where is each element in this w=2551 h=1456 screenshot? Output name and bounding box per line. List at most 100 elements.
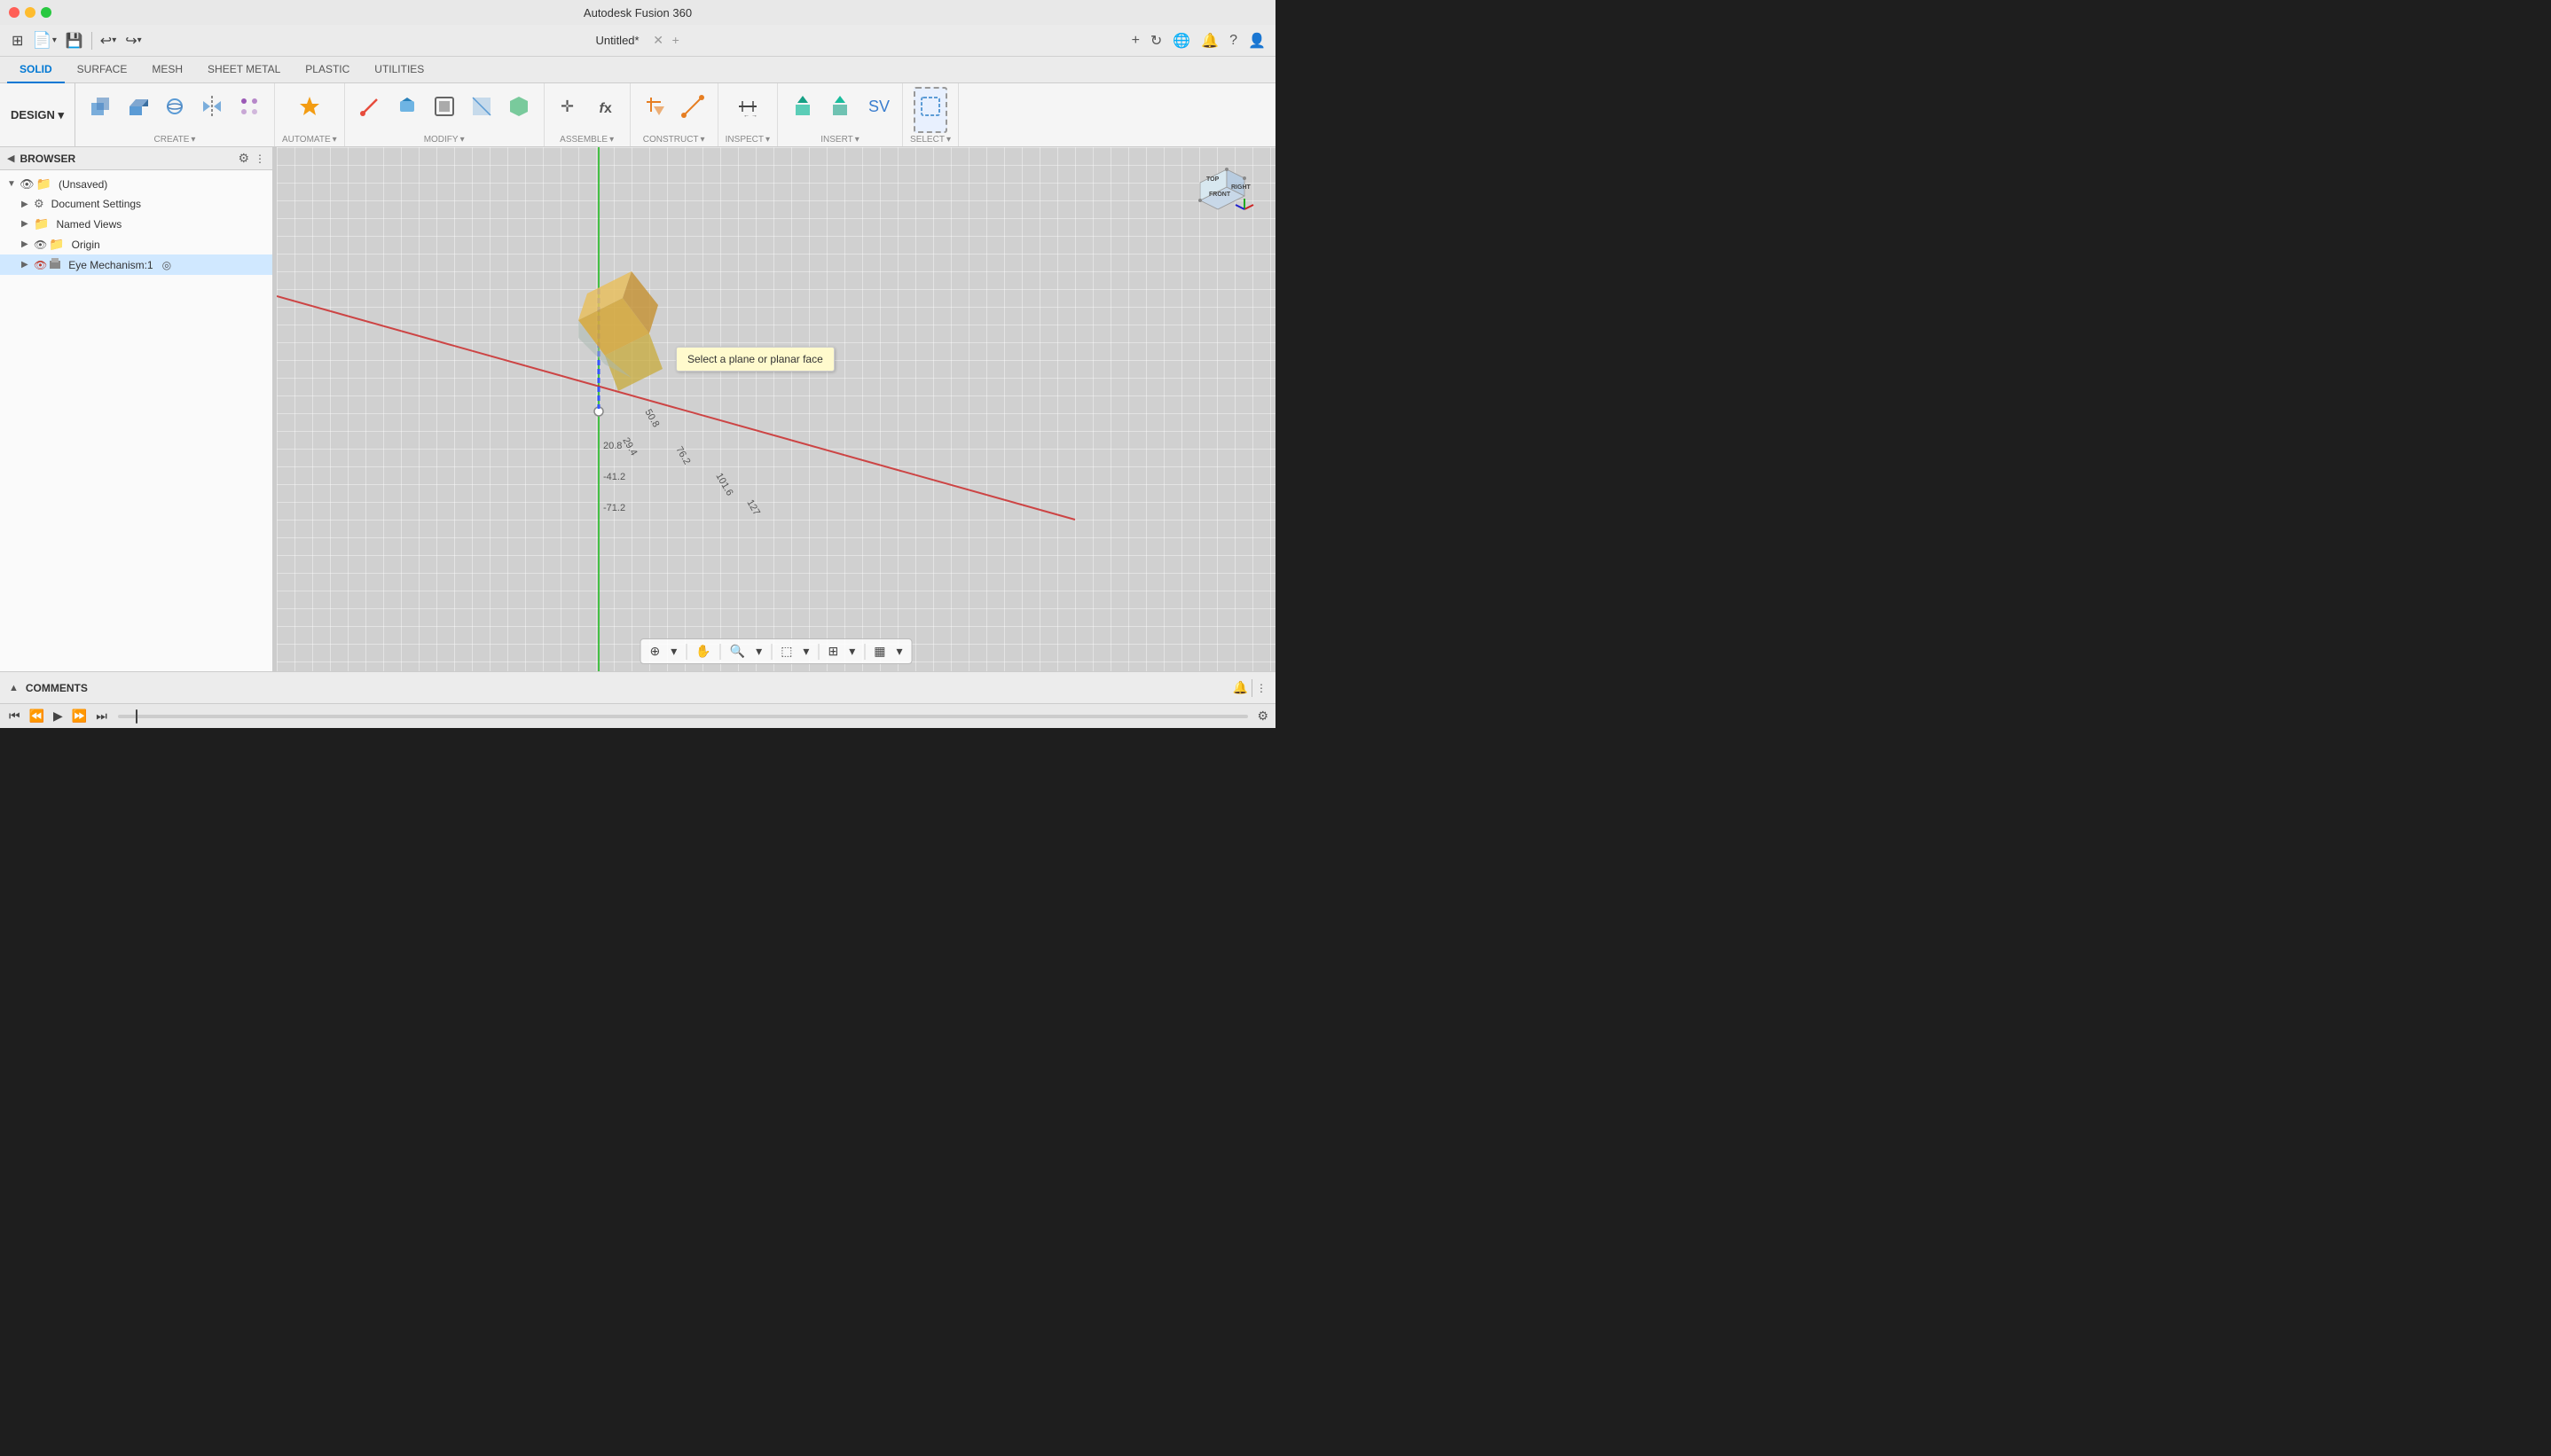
comments-notification-button[interactable]: 🔔 [1233,680,1248,695]
create-dropdown-icon[interactable]: ▾ [191,135,195,145]
tab-mesh[interactable]: MESH [139,57,195,83]
move-button[interactable]: ✛ [552,87,587,133]
browser-item-named-views[interactable]: ▶ 📁 Named Views [0,214,272,234]
inspect-section-label[interactable]: INSPECT ▾ [726,135,770,145]
timeline-track[interactable] [118,715,1249,718]
vp-divider-2 [720,644,721,660]
timeline-marker[interactable] [136,709,137,724]
web-button[interactable]: 🌐 [1170,29,1193,52]
more-settings-button[interactable]: ▦ [870,642,889,661]
timeline-next-button[interactable]: ⏩ [70,707,89,725]
create-new-component-button[interactable] [82,87,118,133]
browser-resize-button[interactable]: ⋮ [255,153,265,165]
vp-divider-5 [864,644,865,660]
automate-dropdown-icon[interactable]: ▾ [333,135,337,145]
design-label: DESIGN ▾ [11,108,64,122]
construct-section-label[interactable]: CONSTRUCT ▾ [643,135,705,145]
timeline-last-button[interactable]: ⏭ [94,707,109,725]
tab-solid[interactable]: SOLID [7,57,65,83]
ribbon-section-assemble: ✛ fx ASSEMBLE ▾ [545,83,631,146]
tab-sheet-metal[interactable]: SHEET METAL [195,57,293,83]
modify5-button[interactable] [501,87,537,133]
browser-item-eye-mechanism[interactable]: ▶ 👁 Eye Mechanism:1 ◎ [0,254,272,275]
revolve-button[interactable] [157,87,192,133]
insert2-button[interactable] [822,87,858,133]
ribbon-section-modify: MODIFY ▾ [345,83,545,146]
timeline-prev-button[interactable]: ⏪ [27,707,46,725]
modify3-button[interactable] [427,87,462,133]
timeline-play-button[interactable]: ▶ [51,707,65,725]
display-mode-button[interactable]: ⬚ [777,642,796,661]
refresh-button[interactable]: ↻ [1148,29,1165,52]
modify-section-label[interactable]: MODIFY ▾ [424,135,465,145]
grid-settings-button[interactable]: ⊞ [824,642,842,661]
browser-item-document-settings[interactable]: ▶ ⚙ Document Settings [0,194,272,214]
select-button[interactable] [914,87,947,133]
automate-section-label[interactable]: AUTOMATE ▾ [282,135,337,145]
comments-expand-button[interactable]: ▲ [9,683,19,693]
more-dropdown-button[interactable]: ▾ [892,642,906,661]
tab-plastic[interactable]: PLASTIC [293,57,362,83]
notification-button[interactable]: 🔔 [1198,29,1221,52]
help-button[interactable]: ? [1227,30,1240,51]
design-menu-button[interactable]: DESIGN ▾ [0,83,75,146]
close-button[interactable] [9,7,20,18]
viewport[interactable]: 50.8 29.4 76.2 101.6 127 20.8 -41.2 -71.… [277,147,1276,671]
inspect-dropdown-icon[interactable]: ▾ [765,135,770,145]
zoom-dropdown-button[interactable]: ▾ [752,642,765,661]
zoom-button[interactable]: 🔍 [726,642,749,661]
insert1-button[interactable] [785,87,820,133]
browser-collapse-button[interactable]: ◀ [7,153,14,164]
tab-surface[interactable]: SURFACE [65,57,140,83]
insert-dropdown-icon[interactable]: ▾ [855,135,859,145]
eye-icon: 👁 [34,259,47,271]
timeline-settings-button[interactable]: ⚙ [1257,708,1268,724]
modify1-button[interactable] [352,87,388,133]
select-section-label[interactable]: SELECT ▾ [910,135,951,145]
display-dropdown-button[interactable]: ▾ [799,642,812,661]
viewcube[interactable]: FRONT TOP RIGHT [1187,156,1258,227]
file-menu-button[interactable]: 📄▾ [27,28,60,52]
account-button[interactable]: 👤 [1245,29,1268,52]
modify2-button[interactable] [389,87,425,133]
select-dropdown-icon[interactable]: ▾ [946,135,951,145]
grid-dropdown-button[interactable]: ▾ [845,642,859,661]
svg-text:TOP: TOP [1206,176,1220,183]
save-button[interactable]: 💾 [61,29,88,52]
browser-item-origin[interactable]: ▶ 👁 📁 Origin [0,234,272,254]
tab-utilities[interactable]: UTILITIES [362,57,436,83]
pattern-button[interactable] [232,87,267,133]
modify-dropdown-icon[interactable]: ▾ [460,135,465,145]
file-title: Untitled* ✕ + [146,33,1129,48]
insert-section-label[interactable]: INSERT ▾ [820,135,859,145]
orbit-dropdown-button[interactable]: ▾ [667,642,680,661]
automate-button[interactable] [292,87,327,133]
minimize-button[interactable] [25,7,35,18]
construct-dropdown-icon[interactable]: ▾ [701,135,705,145]
browser-item-label: (Unsaved) [59,178,107,191]
assemble-dropdown-icon[interactable]: ▾ [609,135,614,145]
insert3-button[interactable]: SVG [859,87,895,133]
construct2-button[interactable] [675,87,710,133]
traffic-lights [9,7,51,18]
browser-item-label: Origin [72,239,100,251]
modify4-button[interactable] [464,87,499,133]
assemble-section-label[interactable]: ASSEMBLE ▾ [560,135,614,145]
mirror-button[interactable] [194,87,230,133]
comments-resize-button[interactable]: ⋮ [1256,682,1267,694]
inspect1-button[interactable]: ← → [730,87,765,133]
fx-button[interactable]: fx [589,87,623,133]
redo-button[interactable]: ↪▾ [121,29,145,52]
construct1-button[interactable] [638,87,673,133]
undo-button[interactable]: ↩▾ [96,29,121,52]
browser-settings-button[interactable]: ⚙ [238,151,249,166]
grid-button[interactable]: ⊞ [7,29,27,52]
orbit-button[interactable]: ⊕ [647,642,664,661]
pan-button[interactable]: ✋ [692,642,714,661]
add-tab-button[interactable]: + [1129,30,1142,51]
maximize-button[interactable] [41,7,51,18]
browser-item-unsaved[interactable]: ▼ 👁 📁 (Unsaved) [0,174,272,194]
timeline-first-button[interactable]: ⏮ [7,707,22,725]
extrude-button[interactable] [120,87,155,133]
create-section-label[interactable]: CREATE ▾ [154,135,196,145]
